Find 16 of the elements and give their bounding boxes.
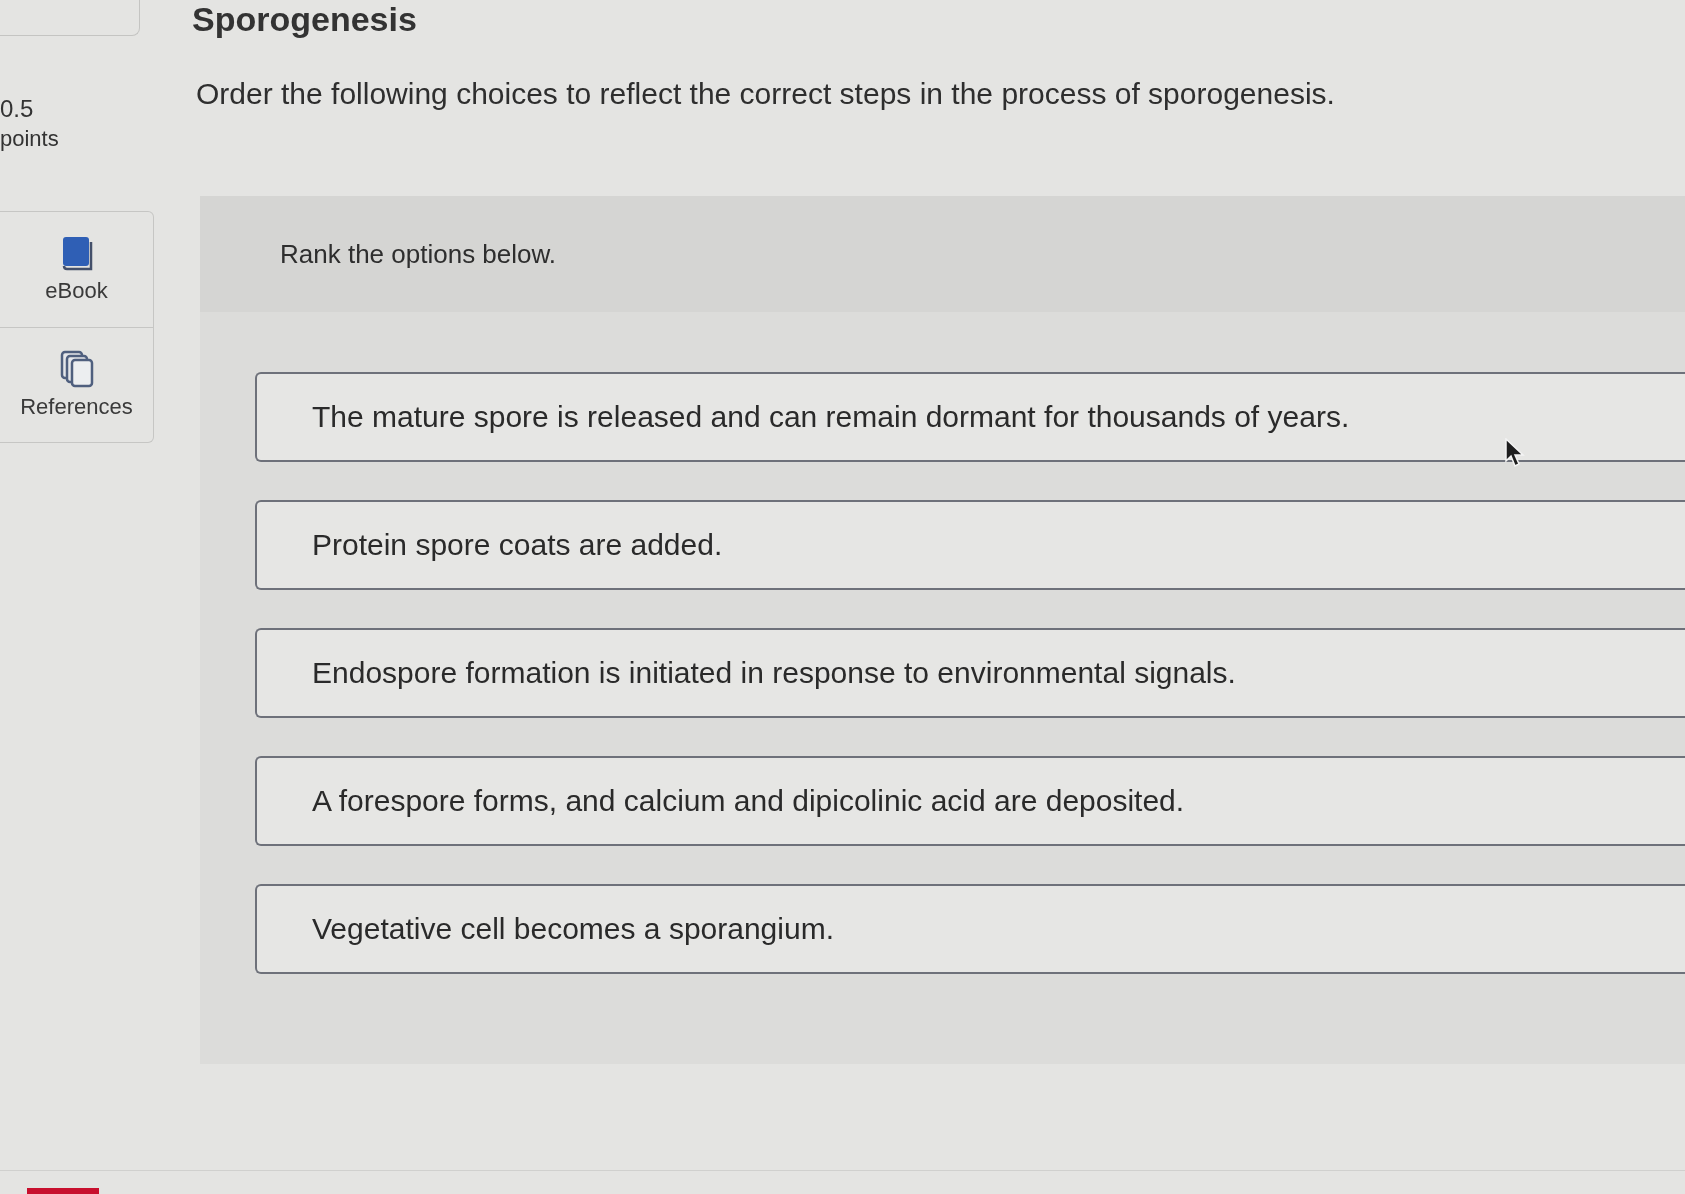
- mouse-pointer-icon: [1505, 438, 1525, 468]
- rank-option[interactable]: Endospore formation is initiated in response to environmental signals.: [255, 628, 1685, 718]
- rank-option[interactable]: Protein spore coats are added.: [255, 500, 1685, 590]
- stacked-pages-icon: [59, 350, 94, 388]
- tool-button[interactable]: eBook: [0, 212, 153, 327]
- book-icon: [60, 235, 93, 272]
- rank-option[interactable]: The mature spore is released and can remain dormant for thousands of years.: [255, 372, 1685, 462]
- rank-option[interactable]: Vegetative cell becomes a sporangium.: [255, 884, 1685, 974]
- page-title: Sporogenesis: [192, 0, 417, 38]
- points-value: 0.5: [0, 94, 35, 124]
- points-label: points: [0, 125, 60, 153]
- question-prompt: Order the following choices to reflect the correct steps in the process of sporogenesis.: [196, 76, 1335, 112]
- tool-button[interactable]: References: [0, 327, 153, 442]
- rank-option[interactable]: A forespore forms, and calcium and dipicolinic acid are deposited.: [255, 756, 1685, 846]
- instruction-text: Rank the options below.: [280, 238, 557, 270]
- button-edge: [27, 1188, 99, 1194]
